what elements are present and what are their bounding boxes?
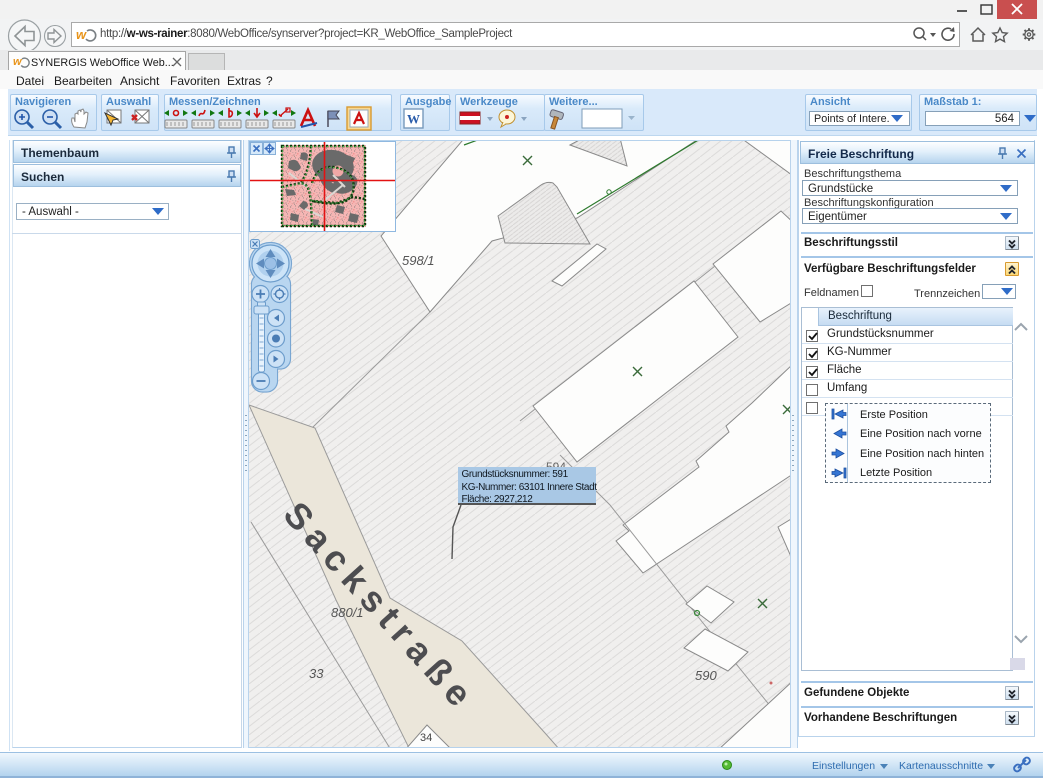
svg-text:Grundstücksnummer: 591: Grundstücksnummer: 591 xyxy=(462,469,569,480)
svg-text:598/1: 598/1 xyxy=(402,253,435,268)
svg-text:33: 33 xyxy=(309,666,324,681)
svg-text:590: 590 xyxy=(695,668,717,683)
svg-text:Fläche: 2927,212: Fläche: 2927,212 xyxy=(462,494,534,505)
svg-text:w: w xyxy=(76,27,87,42)
svg-text:KG-Nummer: 63101 Innere Stadt: KG-Nummer: 63101 Innere Stadt xyxy=(462,482,598,493)
svg-text:W: W xyxy=(407,112,420,127)
svg-text:34: 34 xyxy=(420,732,432,744)
